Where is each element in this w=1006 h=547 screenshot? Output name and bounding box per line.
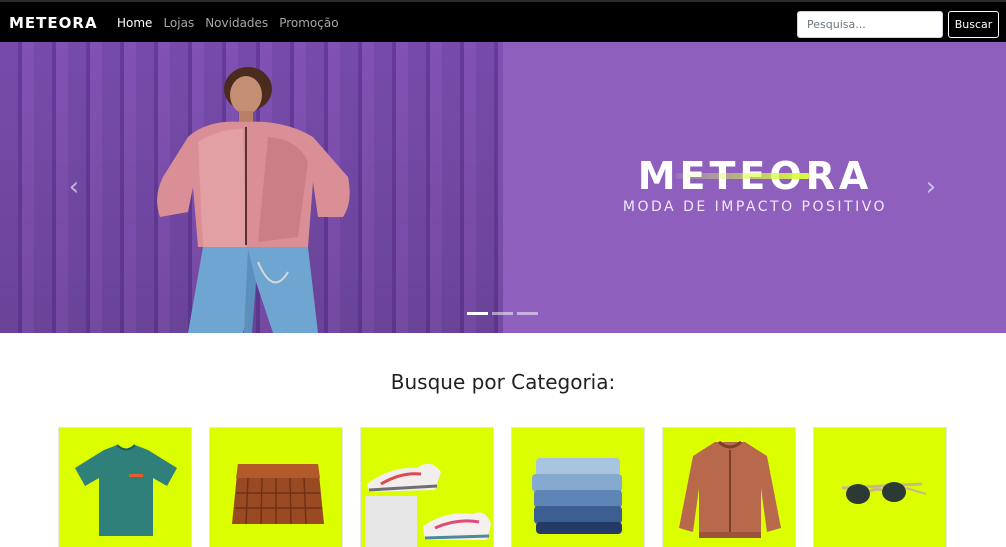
brand-streak <box>675 173 810 179</box>
jacket-icon <box>679 440 781 538</box>
search-input[interactable] <box>797 11 943 38</box>
category-card-tshirt[interactable] <box>58 427 192 547</box>
hero-brand-title: METEORA <box>637 154 873 198</box>
nav-link-home[interactable]: Home <box>117 16 152 30</box>
carousel-indicator[interactable] <box>492 312 513 315</box>
sneakers-icon <box>365 463 491 547</box>
section-title-categories: Busque por Categoria: <box>390 370 616 394</box>
hero-tagline: MODA DE IMPACTO POSITIVO <box>622 199 888 215</box>
category-card-sneakers[interactable] <box>360 427 494 547</box>
nav-link-lojas[interactable]: Lojas <box>163 16 194 30</box>
nav-link-novidades[interactable]: Novidades <box>205 16 268 30</box>
brand-logo[interactable]: METEORA <box>9 14 98 32</box>
search-button[interactable]: Buscar <box>948 11 999 38</box>
carousel-indicators <box>467 312 538 315</box>
category-card-bag[interactable] <box>209 427 343 547</box>
tshirt-icon <box>75 444 177 536</box>
category-card-jacket[interactable] <box>662 427 796 547</box>
carousel-indicator[interactable] <box>467 312 488 315</box>
carousel-indicator[interactable] <box>517 312 538 315</box>
category-cards <box>58 427 947 547</box>
nav-link-promocao[interactable]: Promoção <box>279 16 338 30</box>
sunglasses-icon <box>841 482 927 504</box>
bag-icon <box>232 464 324 525</box>
navbar: METEORA Home Lojas Novidades Promoção Bu… <box>0 0 1006 42</box>
chevron-left-icon[interactable]: ‹ <box>64 172 84 202</box>
category-card-jeans[interactable] <box>511 427 645 547</box>
chevron-right-icon[interactable]: › <box>921 172 941 202</box>
model-illustration <box>157 67 350 333</box>
jeans-icon <box>532 458 622 534</box>
category-card-sunglasses[interactable] <box>813 427 947 547</box>
hero-brand-block: METEORA MODA DE IMPACTO POSITIVO <box>615 156 895 215</box>
nav-links: Home Lojas Novidades Promoção <box>117 16 339 30</box>
hero-carousel: METEORA MODA DE IMPACTO POSITIVO ‹ › <box>0 42 1006 333</box>
